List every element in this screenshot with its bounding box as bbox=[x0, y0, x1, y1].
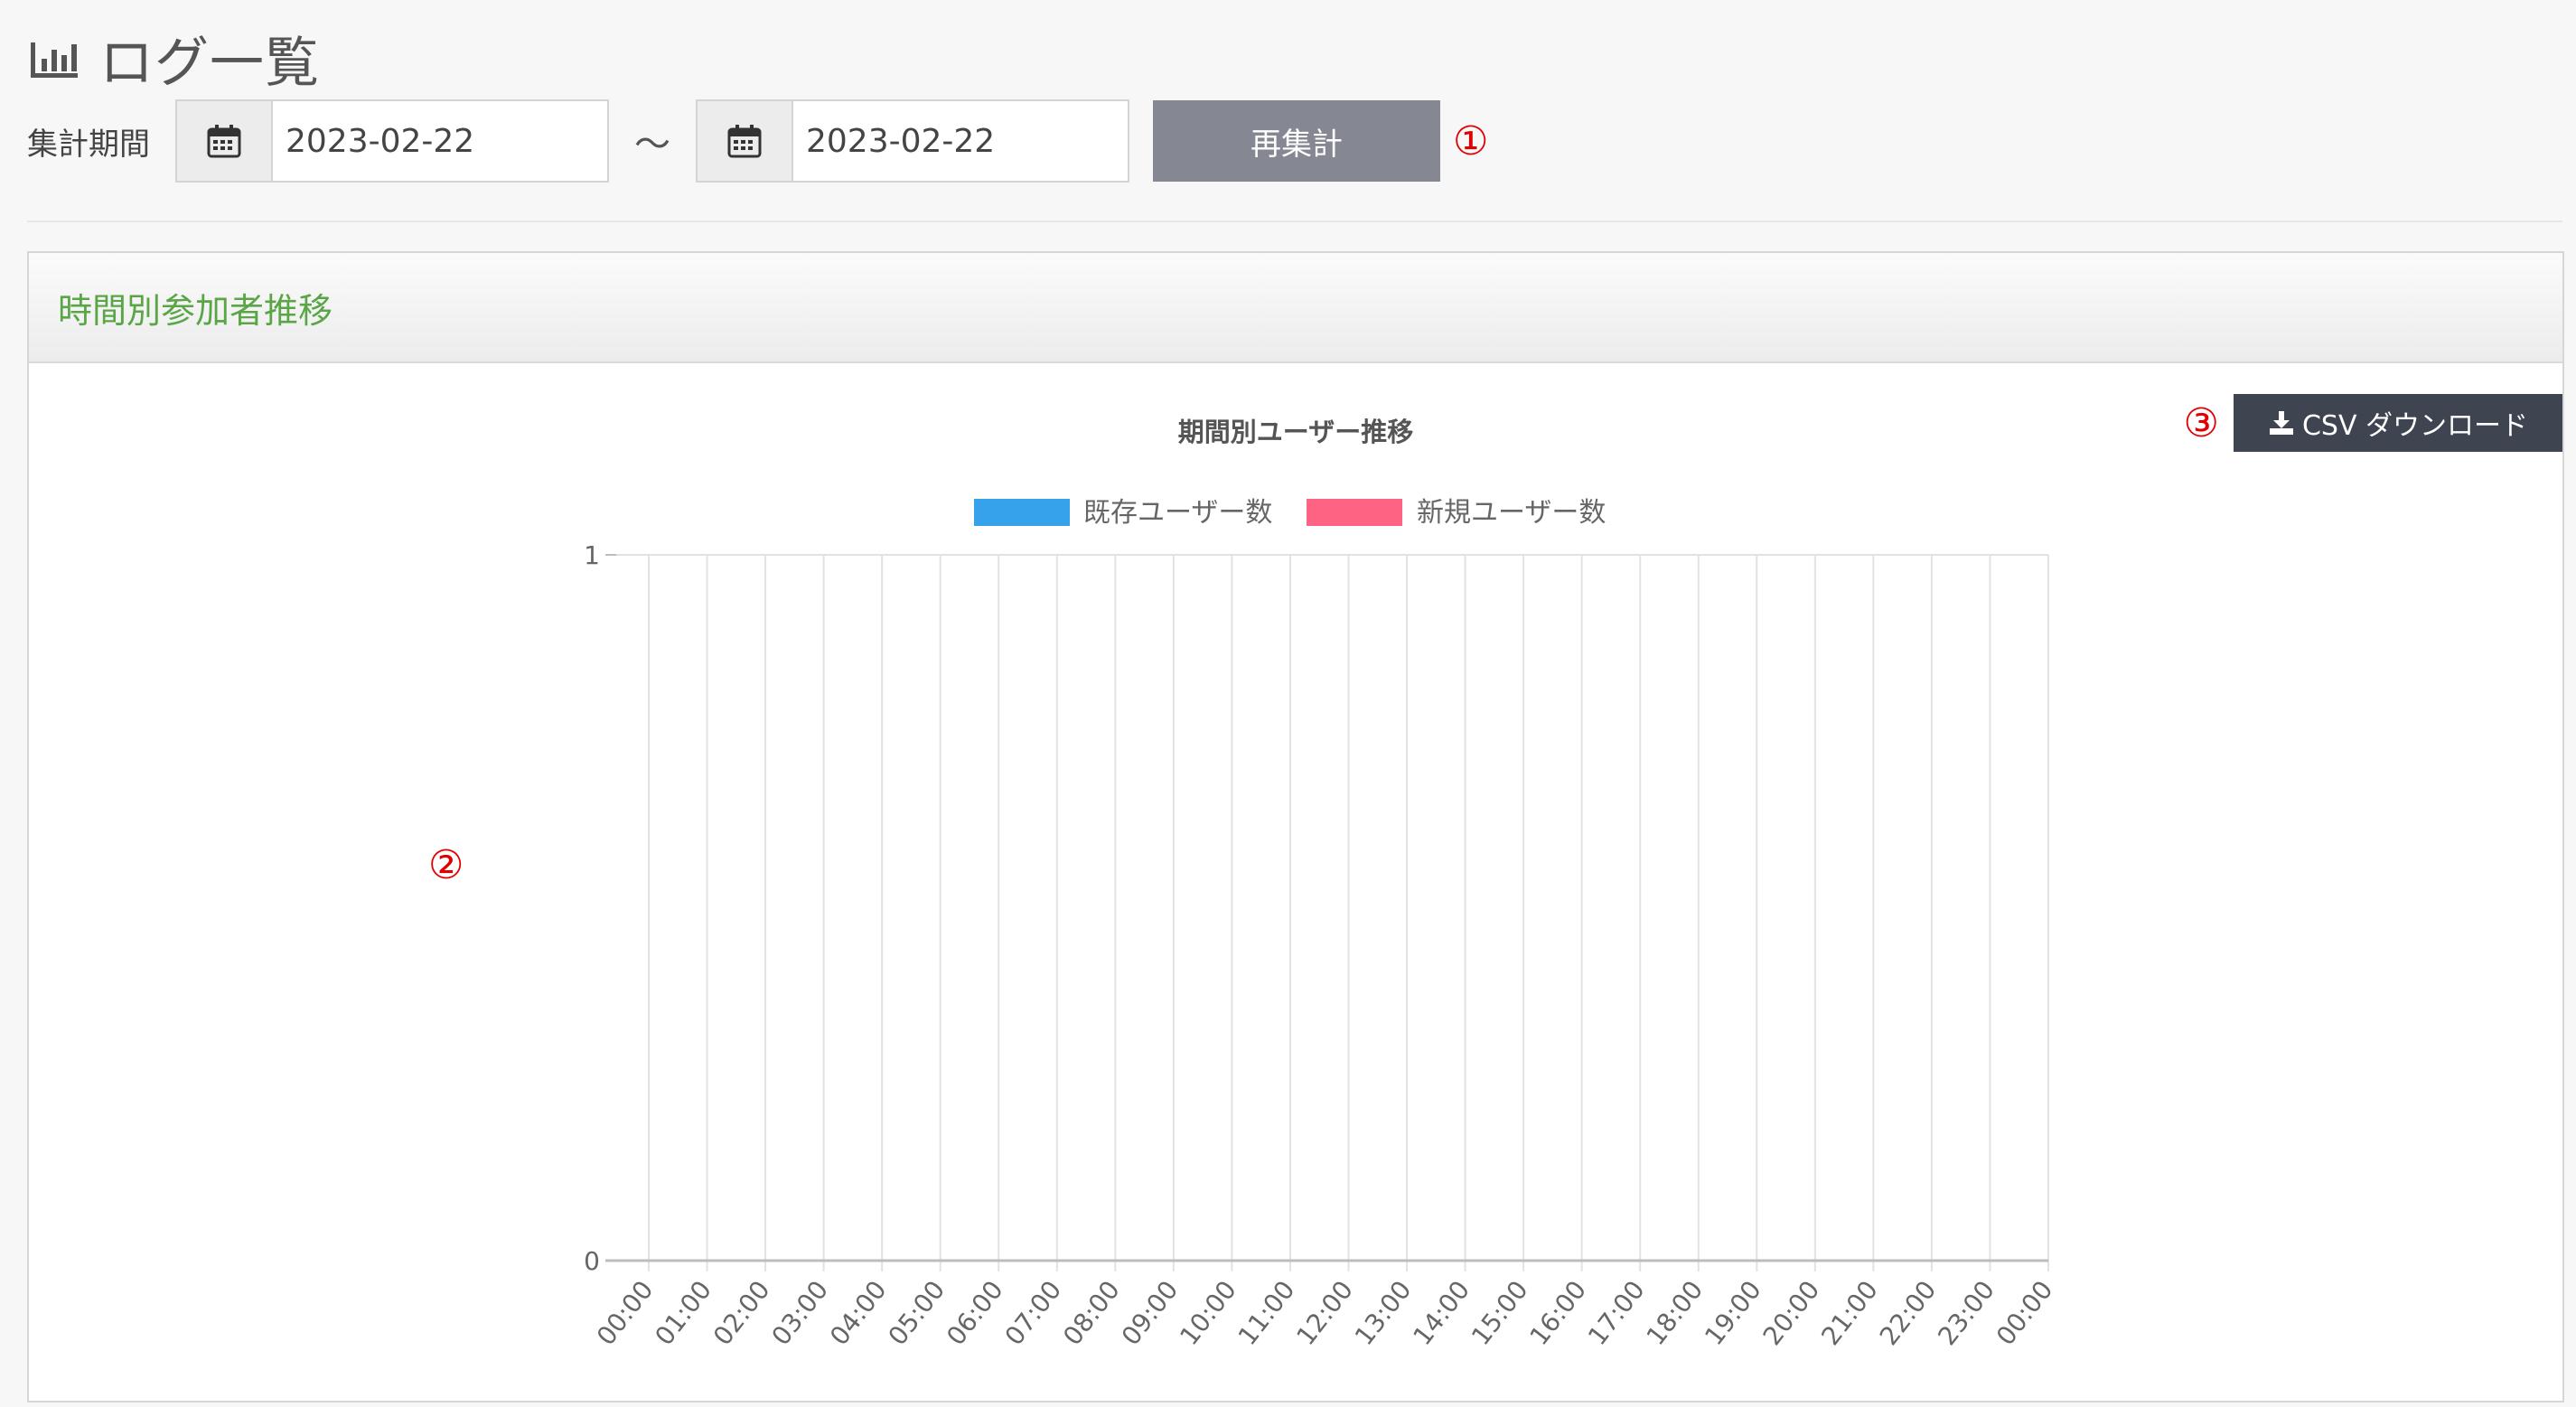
x-tick-label: 00:00 bbox=[591, 1275, 660, 1351]
x-tick-label: 05:00 bbox=[883, 1275, 951, 1351]
x-tick-label: 15:00 bbox=[1466, 1275, 1534, 1351]
x-tick-label: 20:00 bbox=[1757, 1275, 1826, 1351]
end-date-group bbox=[696, 99, 1129, 183]
panel-heading: 時間別参加者推移 bbox=[29, 253, 2562, 363]
period-filter: 集計期間 〜 bbox=[27, 99, 1488, 183]
chart-grid bbox=[605, 554, 2049, 1271]
csv-download-button[interactable]: CSV ダウンロード bbox=[2234, 394, 2562, 452]
x-tick-label: 07:00 bbox=[999, 1275, 1068, 1351]
x-tick-label: 21:00 bbox=[1815, 1275, 1884, 1351]
download-icon bbox=[2269, 411, 2293, 435]
annotation-marker-1: ① bbox=[1453, 117, 1489, 164]
log-list-page: ログ一覧 集計期間 〜 bbox=[0, 0, 2576, 1407]
x-tick-label: 23:00 bbox=[1932, 1275, 2000, 1351]
x-tick-label: 06:00 bbox=[941, 1275, 1009, 1351]
legend-label[interactable]: 新規ユーザー数 bbox=[1417, 497, 1606, 529]
page-header: ログ一覧 bbox=[29, 22, 320, 95]
x-tick-label: 08:00 bbox=[1057, 1275, 1126, 1351]
x-tick-label: 18:00 bbox=[1641, 1275, 1710, 1351]
start-date-group bbox=[175, 99, 609, 183]
page-title: ログ一覧 bbox=[99, 31, 320, 95]
calendar-icon[interactable] bbox=[698, 101, 793, 181]
x-axis: 00:0001:0002:0003:0004:0005:0006:0007:00… bbox=[591, 1275, 2059, 1351]
legend-swatch[interactable] bbox=[1307, 499, 1402, 526]
user-trend-chart: 期間別ユーザー推移 既存ユーザー数 新規ユーザー数 01 00:0001:0002… bbox=[584, 417, 2059, 1351]
calendar-icon[interactable] bbox=[177, 101, 273, 181]
csv-download-area: ③ CSV ダウンロード bbox=[2184, 394, 2562, 452]
x-tick-label: 00:00 bbox=[1991, 1275, 2059, 1351]
x-tick-label: 11:00 bbox=[1232, 1275, 1301, 1351]
legend-label[interactable]: 既存ユーザー数 bbox=[1083, 497, 1272, 529]
period-label: 集計期間 bbox=[27, 126, 150, 163]
csv-download-label: CSV ダウンロード bbox=[2301, 410, 2529, 442]
y-axis: 01 bbox=[584, 540, 600, 1276]
recalculate-button[interactable]: 再集計 bbox=[1153, 100, 1440, 182]
x-tick-label: 14:00 bbox=[1407, 1275, 1475, 1351]
x-tick-label: 13:00 bbox=[1349, 1275, 1418, 1351]
x-tick-label: 10:00 bbox=[1174, 1275, 1242, 1351]
x-tick-label: 09:00 bbox=[1116, 1275, 1185, 1351]
annotation-marker-2: ② bbox=[428, 842, 464, 888]
x-tick-label: 19:00 bbox=[1699, 1275, 1767, 1351]
x-tick-label: 22:00 bbox=[1874, 1275, 1943, 1351]
legend-swatch[interactable] bbox=[974, 499, 1070, 526]
chart-legend: 既存ユーザー数 新規ユーザー数 bbox=[974, 497, 1606, 529]
x-tick-label: 03:00 bbox=[765, 1275, 834, 1351]
x-tick-label: 02:00 bbox=[707, 1275, 776, 1351]
panel-body: 期間別ユーザー推移 既存ユーザー数 新規ユーザー数 01 00:00 01:00 02… bbox=[29, 363, 2562, 1401]
range-separator: 〜 bbox=[634, 124, 670, 165]
annotation-marker-3: ③ bbox=[2183, 399, 2219, 446]
start-date-input[interactable] bbox=[273, 101, 607, 181]
y-tick-label: 0 bbox=[584, 1246, 600, 1276]
x-tick-label: 16:00 bbox=[1523, 1275, 1592, 1351]
x-tick-label: 01:00 bbox=[649, 1275, 717, 1351]
divider bbox=[27, 220, 2562, 222]
bar-chart-icon bbox=[31, 42, 78, 78]
x-tick-label: 17:00 bbox=[1582, 1275, 1651, 1351]
x-tick-label: 12:00 bbox=[1290, 1275, 1359, 1351]
panel-title: 時間別参加者推移 bbox=[58, 290, 333, 331]
x-tick-label: 04:00 bbox=[824, 1275, 893, 1351]
end-date-input[interactable] bbox=[793, 101, 1128, 181]
y-tick-label: 1 bbox=[584, 540, 600, 570]
chart-title: 期間別ユーザー推移 bbox=[1178, 417, 1413, 447]
hourly-participants-panel: 時間別参加者推移 期間別ユーザー推移 既存ユーザー数 新規ユーザー数 01 00:… bbox=[27, 251, 2564, 1402]
